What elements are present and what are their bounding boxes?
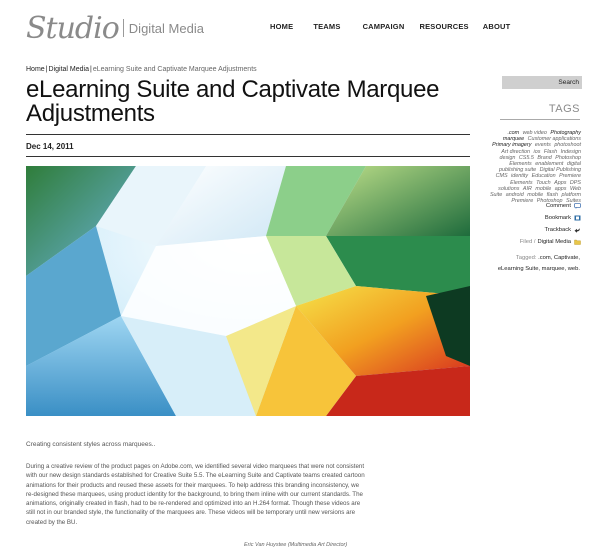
date-divider (26, 156, 470, 157)
tag-link[interactable]: apps (555, 186, 567, 192)
main-nav: HOME TEAMS CAMPAIGN RESOURCES ABOUT (270, 22, 510, 31)
tag-link[interactable]: Primary imagery (492, 142, 531, 148)
post-date: Dec 14, 2011 (26, 142, 74, 151)
filed-prefix: Filed / (519, 239, 536, 245)
tags-heading: TAGS (548, 103, 580, 115)
logo-divider (122, 19, 124, 37)
tagged-list: Tagged: .com, Captivate, eLearning Suite… (492, 253, 580, 275)
breadcrumb-current: eLearning Suite and Captivate Marquee Ad… (92, 66, 257, 73)
tag-link[interactable]: events (535, 142, 551, 148)
breadcrumb: Home|Digital Media|eLearning Suite and C… (26, 66, 257, 73)
breadcrumb-section[interactable]: Digital Media (49, 66, 89, 73)
nav-home[interactable]: HOME (270, 22, 293, 31)
speech-bubble-icon (574, 203, 581, 209)
tags-divider (500, 119, 580, 120)
bookmark-label: Bookmark (544, 215, 571, 221)
tag-link[interactable]: Indesign (561, 149, 581, 155)
tag-link[interactable]: flash (547, 192, 558, 198)
tag-link[interactable]: CMS (496, 173, 508, 179)
tag-link[interactable]: android (506, 192, 524, 198)
tag-link[interactable]: Art direction (501, 149, 530, 155)
tag-link[interactable]: Digital Publishing (540, 167, 581, 173)
tag-link[interactable]: identity (511, 173, 528, 179)
tag-link[interactable]: Education (532, 173, 556, 179)
logo-script: Studio (26, 10, 120, 46)
post-title: eLearning Suite and Captivate Marquee Ad… (26, 76, 440, 127)
bookmark-link[interactable]: Bookmark (545, 215, 581, 221)
search-button[interactable]: Search (558, 79, 579, 86)
breadcrumb-home[interactable]: Home (26, 66, 45, 73)
post-credit: Eric Van Huystee (Multimedia Art Directo… (244, 542, 348, 548)
tag-link[interactable]: mobile (535, 186, 551, 192)
tag-link[interactable]: platform (562, 192, 581, 198)
tag-link[interactable]: DPS (570, 180, 581, 186)
search-box[interactable]: Search (502, 76, 582, 89)
nav-teams[interactable]: TEAMS (313, 22, 340, 31)
nav-campaign[interactable]: CAMPAIGN (363, 22, 405, 31)
tag-link[interactable]: CS5.5 (519, 155, 534, 161)
tag-link[interactable]: mobile (527, 192, 543, 198)
tag-link[interactable]: AIR (523, 186, 532, 192)
hero-image (26, 166, 470, 416)
tag-cloud: .com web video Photography marquee Custo… (486, 130, 581, 204)
comment-label: Comment (545, 203, 571, 209)
tag-link[interactable]: Apps (554, 180, 566, 186)
title-divider (26, 134, 470, 135)
tag-link[interactable]: Premiere (511, 198, 533, 204)
tagged-prefix: Tagged: (515, 255, 537, 261)
trackback-arrow-icon (574, 228, 580, 233)
bookmark-icon (574, 215, 581, 221)
tag-link[interactable]: Flash (544, 149, 557, 155)
nav-resources[interactable]: RESOURCES (419, 22, 468, 31)
tag-link[interactable]: Brand (537, 155, 551, 161)
tag-link[interactable]: web video (523, 130, 547, 136)
tagged-values[interactable]: .com, Captivate, eLearning Suite, marque… (498, 255, 580, 272)
tag-link[interactable]: Touch (536, 180, 551, 186)
filed-under: Filed / Digital Media (520, 239, 581, 245)
trackback-link[interactable]: Trackback (544, 227, 581, 233)
breadcrumb-separator: | (45, 66, 48, 73)
nav-about[interactable]: ABOUT (483, 22, 511, 31)
tag-link[interactable]: Photography (550, 130, 581, 136)
tag-link[interactable]: ios (534, 149, 541, 155)
post-body: During a creative review of the product … (26, 463, 365, 526)
tag-link[interactable]: marquee (503, 136, 524, 142)
tag-link[interactable]: Customer applications (528, 136, 581, 142)
studio-logo[interactable]: Studio Digital Media (26, 8, 204, 48)
folder-icon (574, 239, 581, 245)
tag-link[interactable]: photoshoot (554, 142, 581, 148)
abstract-geometric-artwork (26, 166, 470, 416)
trackback-label: Trackback (544, 227, 571, 233)
tag-link[interactable]: .com (507, 130, 519, 136)
logo-text: Digital Media (128, 20, 204, 36)
search-input[interactable] (502, 76, 557, 89)
filed-category-link[interactable]: Digital Media (537, 239, 571, 245)
tag-link[interactable]: enablement (535, 161, 563, 167)
post-caption: Creating consistent styles across marque… (26, 441, 156, 448)
comment-link[interactable]: Comment (546, 203, 581, 209)
tag-link[interactable]: solutions (498, 186, 519, 192)
tag-link[interactable]: design (499, 155, 515, 161)
breadcrumb-separator: | (89, 66, 92, 73)
